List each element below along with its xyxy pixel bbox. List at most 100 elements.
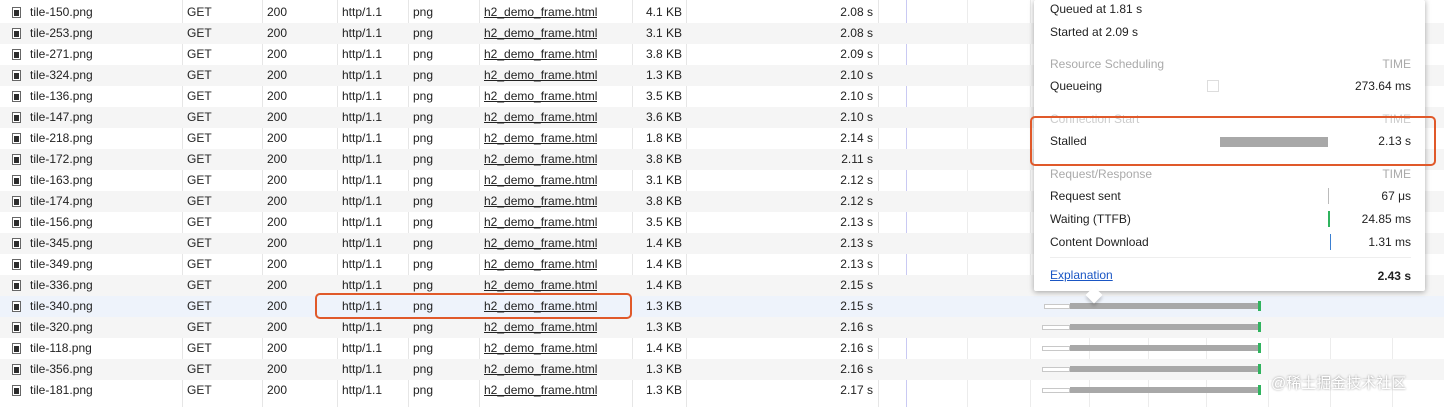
cell-size: 3.8 KB: [645, 194, 682, 208]
cell-initiator[interactable]: h2_demo_frame.html: [484, 149, 597, 170]
cell-method: GET: [187, 236, 212, 250]
queueing-label: Queueing: [1050, 79, 1103, 93]
cell-initiator[interactable]: h2_demo_frame.html: [484, 86, 597, 107]
image-file-icon: [12, 70, 21, 81]
request-sent-value: 67 μs: [1381, 189, 1411, 203]
cell-protocol: http/1.1: [342, 26, 383, 40]
waterfall-bar[interactable]: [1040, 317, 1280, 338]
cell-method: GET: [187, 215, 212, 229]
table-row[interactable]: tile-340.png GET 200 http/1.1 png h2_demo_fra…: [0, 296, 1444, 317]
cell-size: 1.4 KB: [645, 257, 682, 271]
cell-name: tile-253.png: [30, 26, 93, 40]
cell-size: 1.3 KB: [645, 68, 682, 82]
cell-initiator[interactable]: h2_demo_frame.html: [484, 233, 597, 254]
waterfall-segment: [1042, 367, 1070, 372]
started-at-text: Started at 2.09 s: [1050, 25, 1139, 39]
cell-initiator[interactable]: h2_demo_frame.html: [484, 170, 597, 191]
cell-name: tile-349.png: [30, 257, 93, 271]
table-row[interactable]: tile-181.png GET 200 http/1.1 png h2_demo_fra…: [0, 380, 1444, 401]
cell-status: 200: [267, 215, 288, 229]
cell-status: 200: [267, 173, 288, 187]
cell-protocol: http/1.1: [342, 68, 383, 82]
divider: [1050, 257, 1411, 258]
image-file-icon: [12, 385, 21, 396]
cell-initiator[interactable]: h2_demo_frame.html: [484, 65, 597, 86]
waterfall-segment: [1258, 364, 1261, 374]
content-download-label: Content Download: [1050, 235, 1149, 249]
cell-initiator[interactable]: h2_demo_frame.html: [484, 359, 597, 380]
cell-name: tile-345.png: [30, 236, 93, 250]
cell-status: 200: [267, 362, 288, 376]
cell-method: GET: [187, 152, 212, 166]
image-file-icon: [12, 175, 21, 186]
cell-time: 2.10 s: [840, 110, 873, 124]
waterfall-bar[interactable]: [1040, 359, 1280, 380]
cell-name: tile-181.png: [30, 383, 93, 397]
waiting-ttfb-value: 24.85 ms: [1361, 212, 1411, 226]
waterfall-bar[interactable]: [1040, 380, 1280, 401]
waiting-ttfb-label: Waiting (TTFB): [1050, 212, 1131, 226]
waterfall-segment: [1258, 301, 1261, 311]
cell-protocol: http/1.1: [342, 110, 383, 124]
cell-status: 200: [267, 257, 288, 271]
cell-size: 3.1 KB: [645, 26, 682, 40]
cell-type: png: [413, 26, 434, 40]
cell-size: 1.3 KB: [645, 320, 682, 334]
cell-initiator[interactable]: h2_demo_frame.html: [484, 107, 597, 128]
cell-method: GET: [187, 278, 212, 292]
cell-status: 200: [267, 194, 288, 208]
waterfall-segment: [1070, 366, 1258, 372]
cell-time: 2.14 s: [840, 131, 873, 145]
cell-size: 3.5 KB: [645, 89, 682, 103]
cell-type: png: [413, 362, 434, 376]
cell-initiator[interactable]: h2_demo_frame.html: [484, 128, 597, 149]
waterfall-bar[interactable]: [1040, 296, 1280, 317]
cell-time: 2.17 s: [840, 383, 873, 397]
cell-name: tile-271.png: [30, 47, 93, 61]
cell-type: png: [413, 152, 434, 166]
cell-initiator[interactable]: h2_demo_frame.html: [484, 23, 597, 44]
cell-protocol: http/1.1: [342, 362, 383, 376]
waterfall-segment: [1258, 343, 1261, 353]
cell-initiator[interactable]: h2_demo_frame.html: [484, 212, 597, 233]
waterfall-segment: [1042, 346, 1070, 351]
cell-protocol: http/1.1: [342, 131, 383, 145]
cell-time: 2.08 s: [840, 5, 873, 19]
stalled-highlight-box: [1030, 116, 1436, 166]
image-file-icon: [12, 154, 21, 165]
cell-size: 3.6 KB: [645, 110, 682, 124]
cell-time: 2.13 s: [840, 236, 873, 250]
image-file-icon: [12, 28, 21, 39]
cell-name: tile-320.png: [30, 320, 93, 334]
cell-initiator[interactable]: h2_demo_frame.html: [484, 380, 597, 401]
cell-initiator[interactable]: h2_demo_frame.html: [484, 317, 597, 338]
cell-time: 2.13 s: [840, 215, 873, 229]
explanation-link[interactable]: Explanation: [1050, 268, 1113, 282]
cell-initiator[interactable]: h2_demo_frame.html: [484, 338, 597, 359]
image-file-icon: [12, 49, 21, 60]
cell-initiator[interactable]: h2_demo_frame.html: [484, 191, 597, 212]
cell-status: 200: [267, 110, 288, 124]
image-file-icon: [12, 343, 21, 354]
cell-size: 3.1 KB: [645, 173, 682, 187]
table-row[interactable]: tile-118.png GET 200 http/1.1 png h2_demo_fra…: [0, 338, 1444, 359]
cell-type: png: [413, 236, 434, 250]
waterfall-segment: [1042, 388, 1070, 393]
cell-size: 3.8 KB: [645, 152, 682, 166]
cell-initiator[interactable]: h2_demo_frame.html: [484, 254, 597, 275]
cell-size: 1.4 KB: [645, 236, 682, 250]
image-file-icon: [12, 364, 21, 375]
cell-method: GET: [187, 320, 212, 334]
content-download-value: 1.31 ms: [1368, 235, 1411, 249]
table-row[interactable]: tile-320.png GET 200 http/1.1 png h2_demo_fra…: [0, 317, 1444, 338]
cell-time: 2.16 s: [840, 320, 873, 334]
image-file-icon: [12, 322, 21, 333]
image-file-icon: [12, 280, 21, 291]
cell-initiator[interactable]: h2_demo_frame.html: [484, 44, 597, 65]
cell-size: 1.4 KB: [645, 341, 682, 355]
request-sent-label: Request sent: [1050, 189, 1121, 203]
resource-scheduling-header: Resource Scheduling: [1050, 57, 1165, 71]
cell-initiator[interactable]: h2_demo_frame.html: [484, 2, 597, 23]
waterfall-bar[interactable]: [1040, 338, 1280, 359]
table-row[interactable]: tile-356.png GET 200 http/1.1 png h2_demo_fra…: [0, 359, 1444, 380]
